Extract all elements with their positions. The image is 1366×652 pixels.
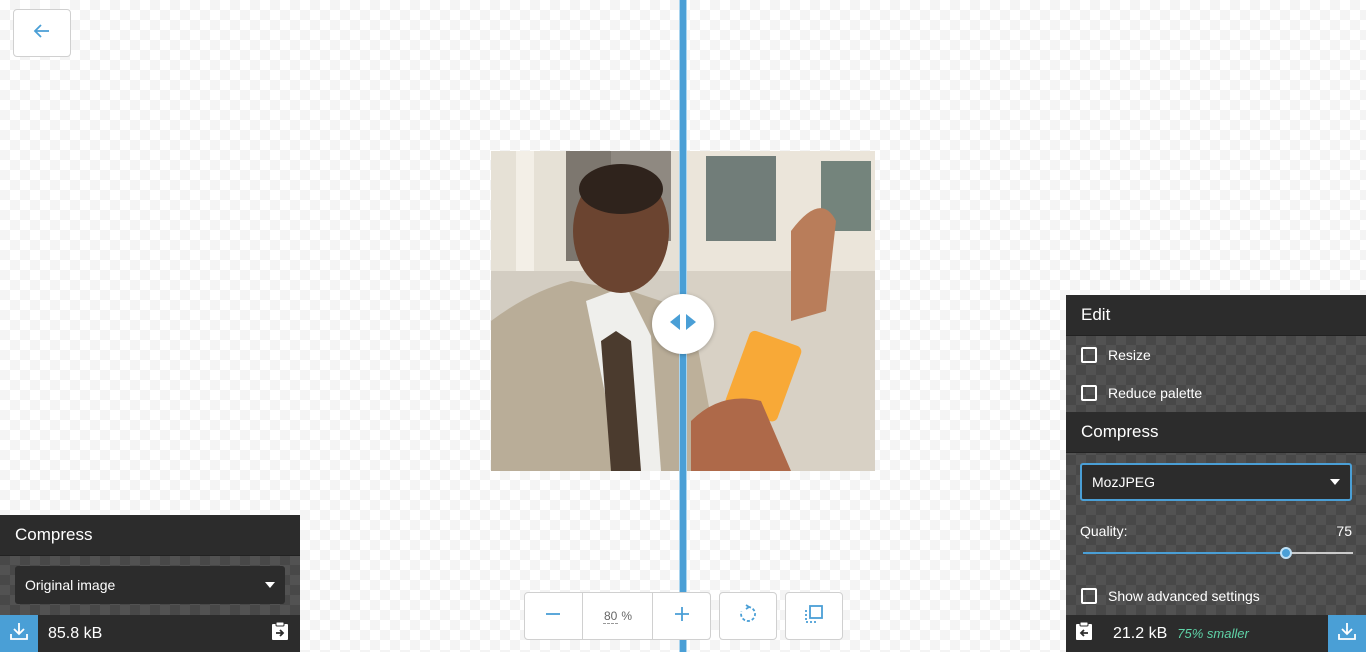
download-icon <box>1337 621 1357 646</box>
compressed-image-view <box>683 151 875 471</box>
plus-icon <box>674 606 690 627</box>
divider-handle[interactable] <box>652 294 714 354</box>
background-toggle-button[interactable] <box>785 592 843 640</box>
download-icon <box>9 621 29 646</box>
reduce-palette-checkbox[interactable] <box>1081 385 1097 401</box>
zoom-unit: % <box>621 609 633 623</box>
copy-settings-icon[interactable] <box>1074 621 1094 646</box>
right-file-size: 21.2 kB <box>1113 624 1168 642</box>
advanced-settings-checkbox[interactable] <box>1081 588 1097 604</box>
quality-slider-thumb[interactable] <box>1279 547 1292 559</box>
compressed-photo <box>683 151 875 471</box>
rotate-button[interactable] <box>719 592 777 640</box>
zoom-controls: 80 % <box>524 592 711 640</box>
resize-option[interactable]: Resize <box>1066 336 1366 374</box>
method-value: MozJPEG <box>1092 474 1156 490</box>
chevron-down-icon <box>1330 479 1340 485</box>
left-method-value: Original image <box>25 577 116 593</box>
right-download-button[interactable] <box>1328 615 1366 652</box>
compress-header: Compress <box>1066 412 1366 453</box>
split-arrows-icon <box>668 312 698 337</box>
copy-settings-icon[interactable] <box>270 621 290 646</box>
savings-badge: 75% smaller <box>1177 626 1249 641</box>
advanced-settings-label: Show advanced settings <box>1108 588 1260 604</box>
rotate-icon <box>738 603 758 629</box>
chevron-down-icon <box>265 582 275 588</box>
quality-value: 75 <box>1336 523 1352 539</box>
right-size-bar: 21.2 kB 75% smaller <box>1066 615 1366 652</box>
background-toggle-icon <box>804 604 824 629</box>
zoom-in-button[interactable] <box>653 593 710 639</box>
back-button[interactable] <box>13 9 71 57</box>
quality-slider-fill <box>1083 552 1286 554</box>
left-file-size: 85.8 kB <box>48 624 103 642</box>
resize-label: Resize <box>1108 347 1151 363</box>
left-size-bar: 85.8 kB <box>0 615 300 652</box>
resize-checkbox[interactable] <box>1081 347 1097 363</box>
arrow-left-icon <box>33 22 51 45</box>
right-options-panel: Edit Resize Reduce palette Compress MozJ… <box>1066 295 1366 652</box>
reduce-palette-option[interactable]: Reduce palette <box>1066 374 1366 412</box>
edit-header: Edit <box>1066 295 1366 336</box>
minus-icon <box>545 606 561 627</box>
zoom-value: 80 <box>602 608 619 624</box>
reduce-palette-label: Reduce palette <box>1108 385 1203 401</box>
zoom-out-button[interactable] <box>525 593 582 639</box>
left-method-select[interactable]: Original image <box>15 566 285 604</box>
zoom-level-input[interactable]: 80 % <box>581 593 654 639</box>
left-options-panel: Compress Original image 85.8 kB <box>0 515 300 652</box>
advanced-settings-option[interactable]: Show advanced settings <box>1066 577 1366 615</box>
left-download-button[interactable] <box>0 615 38 652</box>
quality-row: Quality: 75 <box>1066 523 1366 539</box>
quality-label: Quality: <box>1080 523 1128 539</box>
method-select[interactable]: MozJPEG <box>1080 463 1352 501</box>
quality-slider[interactable] <box>1083 543 1353 563</box>
left-compress-header: Compress <box>0 515 300 556</box>
